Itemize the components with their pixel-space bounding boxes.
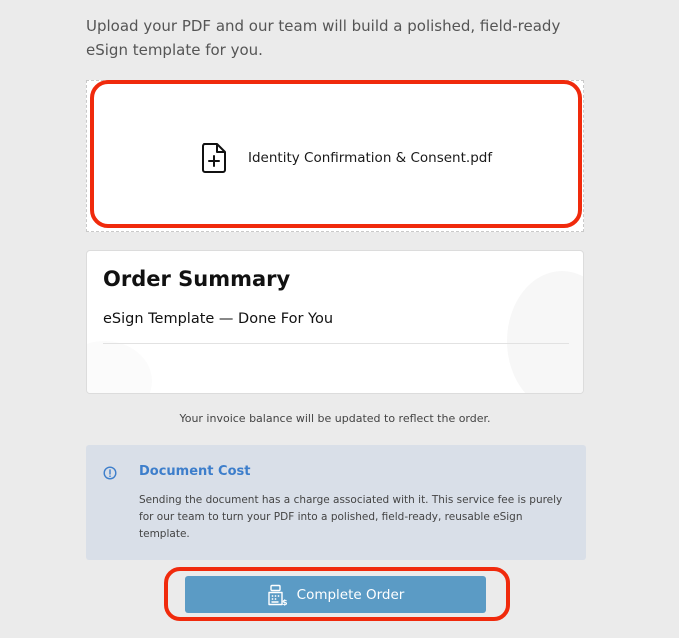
intro-text: Upload your PDF and our team will build … [86,17,561,59]
complete-order-label: Complete Order [296,586,405,603]
background-decoration [87,341,152,393]
file-name: Identity Confirmation & Consent.pdf [248,150,493,166]
svg-text:$: $ [282,598,287,606]
divider [103,343,569,344]
document-cost-notice: Document Cost Sending the document has a… [86,445,586,560]
notice-body: Sending the document has a charge associ… [139,494,563,540]
cash-register-icon: $ [267,584,287,606]
file-plus-icon [202,143,226,173]
order-summary-title: Order Summary [103,267,291,291]
invoice-note: Your invoice balance will be updated to … [179,412,491,425]
info-circle-icon [103,466,117,480]
uploaded-file[interactable]: Identity Confirmation & Consent.pdf [200,142,492,174]
order-item-label: eSign Template — Done For You [103,311,334,327]
notice-title: Document Cost [139,464,251,479]
background-decoration [507,271,583,393]
page: Upload your PDF and our team will build … [0,0,679,638]
order-summary-card: Order Summary eSign Template — Done For … [86,250,584,394]
complete-order-button[interactable]: $ Complete Order [185,576,486,613]
